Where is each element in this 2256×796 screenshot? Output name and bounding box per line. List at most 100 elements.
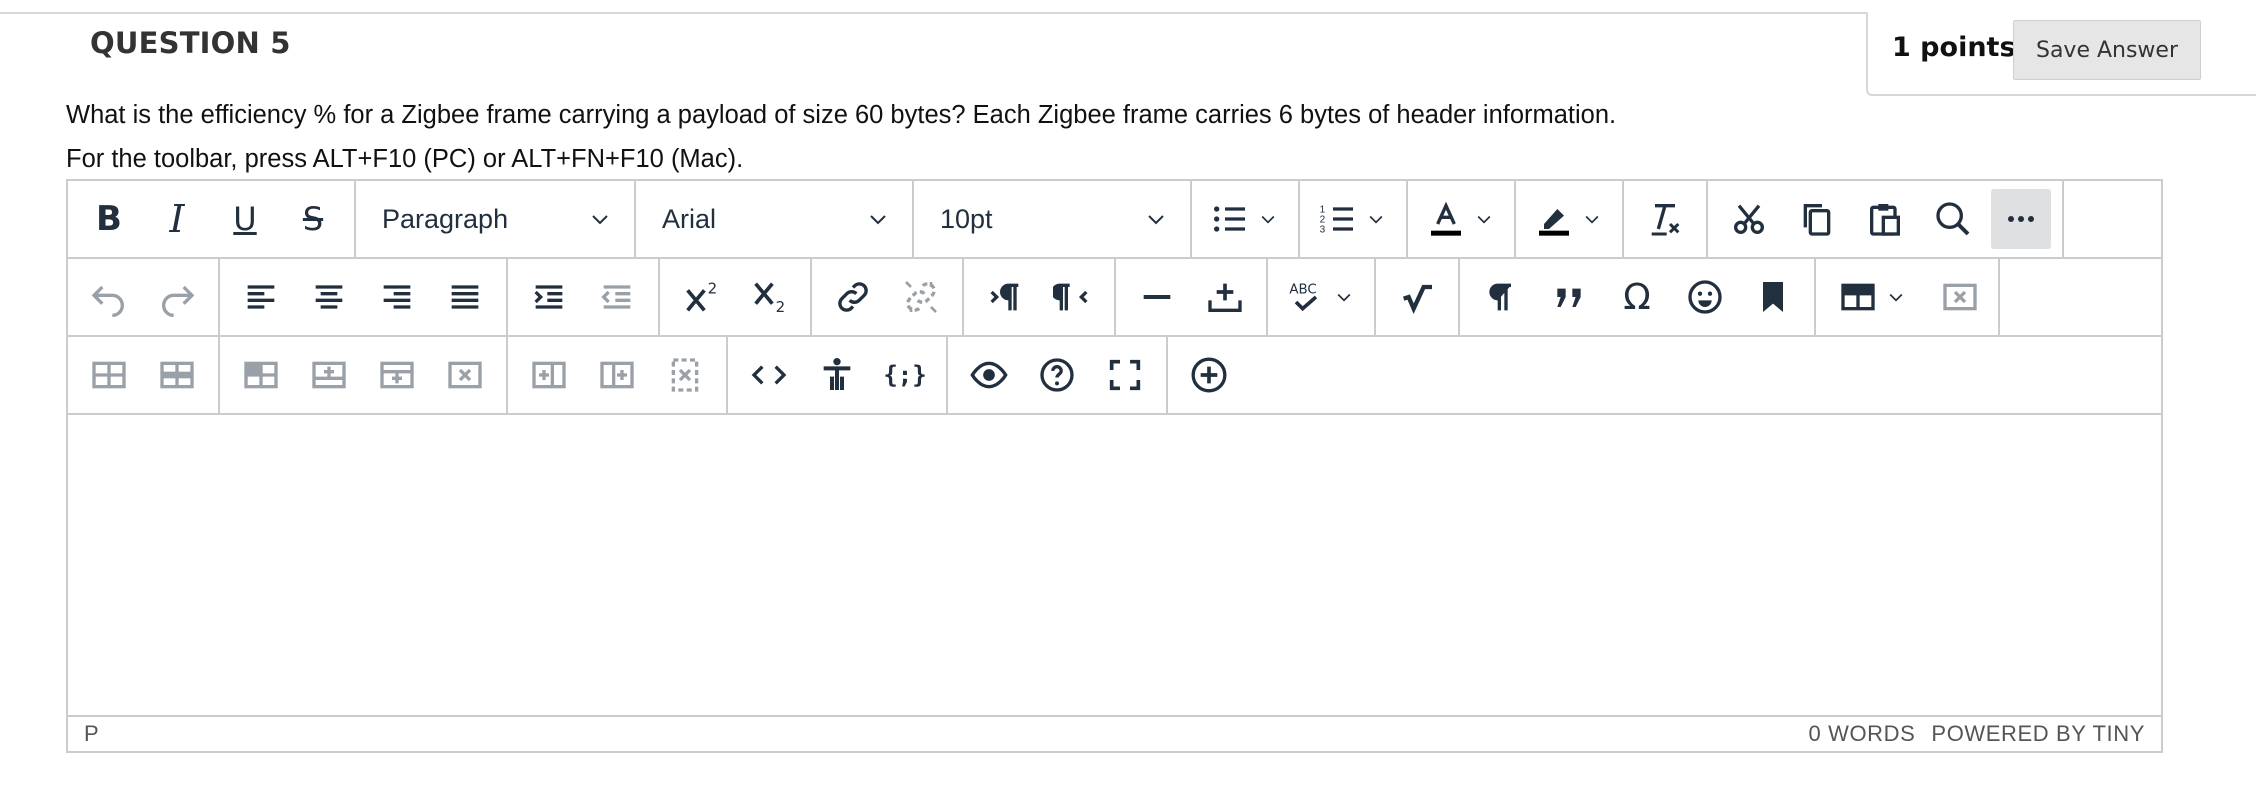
delete-table-icon [1943, 283, 1977, 311]
bold-button[interactable]: B [79, 189, 139, 249]
svg-text:2: 2 [776, 298, 786, 316]
spellcheck-group: ABC [1268, 259, 1376, 335]
delete-table-button[interactable] [1930, 267, 1990, 327]
question-text: What is the efficiency % for a Zigbee fr… [66, 101, 1617, 129]
underline-button[interactable]: U [215, 189, 275, 249]
font-size-select[interactable]: 10pt [914, 181, 1192, 257]
ltr-button[interactable] [975, 267, 1035, 327]
delete-col-button[interactable] [655, 345, 715, 405]
numbered-list-icon: 123 [1320, 204, 1353, 235]
delete-row-icon [448, 361, 482, 389]
copy-button[interactable] [1787, 189, 1847, 249]
table-row-props-button[interactable] [79, 345, 139, 405]
superscript-icon: 2 [686, 280, 717, 312]
superscript-button[interactable]: 2 [671, 267, 731, 327]
paste-button[interactable] [1855, 189, 1915, 249]
points-panel: 1 points Save Answer [1866, 12, 2256, 96]
math-button[interactable] [1387, 267, 1447, 327]
text-color-button[interactable] [1412, 189, 1510, 249]
insert-col-before-icon [532, 361, 566, 389]
align-right-button[interactable] [367, 267, 427, 327]
fullscreen-button[interactable] [1095, 345, 1155, 405]
insert-col-after-icon [600, 361, 634, 389]
table-button[interactable] [1824, 267, 1922, 327]
clear-formatting-button[interactable] [1635, 189, 1695, 249]
code-group: {;} [728, 337, 948, 413]
italic-button[interactable]: I [147, 189, 207, 249]
redo-button[interactable] [147, 267, 207, 327]
unlink-icon [905, 281, 937, 313]
powered-by-link[interactable]: POWERED BY TINY [1931, 721, 2145, 747]
numbered-list-button[interactable]: 123 [1304, 189, 1402, 249]
italic-icon: I [169, 197, 185, 241]
textcolor-group [1408, 181, 1516, 257]
toolbar-row-1: B I U S Paragraph Arial 10pt 1 2 3 [68, 181, 2161, 259]
table-row-group [220, 337, 508, 413]
unlink-button[interactable] [891, 267, 951, 327]
align-left-button[interactable] [231, 267, 291, 327]
align-center-button[interactable] [299, 267, 359, 327]
font-size-value: 10pt [940, 203, 993, 234]
spellcheck-icon: ABC [1289, 283, 1318, 312]
insert-button[interactable] [1195, 267, 1255, 327]
font-family-select[interactable]: Arial [636, 181, 914, 257]
accessibility-button[interactable] [807, 345, 867, 405]
help-icon [1040, 358, 1074, 392]
insert-row-before-icon [312, 361, 346, 389]
table-cell-props-button[interactable] [147, 345, 207, 405]
help-button[interactable] [1027, 345, 1087, 405]
bookmark-icon [1763, 282, 1783, 312]
source-code-button[interactable] [739, 345, 799, 405]
script-group: 2 2 [660, 259, 812, 335]
bullet-list-button[interactable] [1196, 189, 1294, 249]
indent-button[interactable] [519, 267, 579, 327]
cut-icon [1734, 204, 1764, 234]
insert-col-after-button[interactable] [587, 345, 647, 405]
insert-col-before-button[interactable] [519, 345, 579, 405]
add-content-button[interactable] [1179, 345, 1239, 405]
numlist-group: 123 [1300, 181, 1408, 257]
align-center-icon [315, 285, 343, 309]
link-button[interactable] [823, 267, 883, 327]
rtl-button[interactable] [1043, 267, 1103, 327]
more-button[interactable] [1991, 189, 2051, 249]
justify-button[interactable] [435, 267, 495, 327]
toolbar-row-2: 2 2 ABC Ω [68, 259, 2161, 337]
highlight-button[interactable] [1520, 189, 1618, 249]
table-header-button[interactable] [231, 345, 291, 405]
word-count[interactable]: 0 WORDS [1809, 721, 1916, 747]
template-button[interactable]: {;} [875, 345, 935, 405]
chevron-down-icon [1334, 287, 1354, 307]
insert-row-after-button[interactable] [367, 345, 427, 405]
insert-row-after-icon [380, 361, 414, 389]
preview-button[interactable] [959, 345, 1019, 405]
undo-button[interactable] [79, 267, 139, 327]
search-button[interactable] [1923, 189, 1983, 249]
subscript-button[interactable]: 2 [739, 267, 799, 327]
delete-row-button[interactable] [435, 345, 495, 405]
align-right-icon [383, 285, 411, 309]
strikethrough-button[interactable]: S [283, 189, 343, 249]
bookmark-button[interactable] [1743, 267, 1803, 327]
redo-icon [162, 285, 195, 317]
link-group [812, 259, 964, 335]
spellcheck-button[interactable]: ABC [1272, 267, 1370, 327]
table-cell-props-icon [160, 361, 194, 389]
blockquote-button[interactable] [1539, 267, 1599, 327]
table-props-group [68, 337, 220, 413]
rich-text-editor: B I U S Paragraph Arial 10pt 1 2 3 2 2 A… [66, 179, 2163, 753]
paragraph-mark-button[interactable] [1471, 267, 1531, 327]
chevron-down-icon [870, 215, 886, 225]
emoji-button[interactable] [1675, 267, 1735, 327]
horizontal-rule-button[interactable] [1127, 267, 1187, 327]
cut-button[interactable] [1719, 189, 1779, 249]
outdent-button[interactable] [587, 267, 647, 327]
editor-content-area[interactable] [68, 415, 2161, 719]
clipboard-group [1708, 181, 2064, 257]
special-char-button[interactable]: Ω [1607, 267, 1667, 327]
paragraph-mark-icon [1489, 283, 1511, 311]
element-path[interactable]: P [84, 721, 99, 747]
insert-row-before-button[interactable] [299, 345, 359, 405]
block-format-select[interactable]: Paragraph [356, 181, 636, 257]
save-answer-button[interactable]: Save Answer [2013, 20, 2201, 80]
